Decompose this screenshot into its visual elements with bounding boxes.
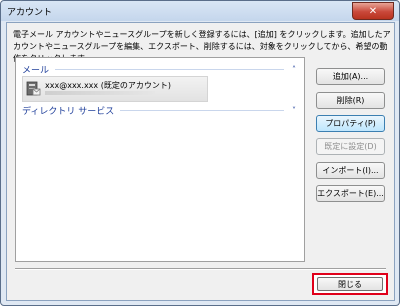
- title-bar[interactable]: アカウント ✕: [1, 1, 399, 21]
- properties-button[interactable]: プロパティ(P): [316, 115, 385, 132]
- account-name: xxx@xxx.xxx (既定のアカウント): [45, 81, 171, 90]
- import-button[interactable]: インポート(I)...: [316, 162, 385, 179]
- directory-group-label: ディレクトリ サービス: [22, 106, 115, 117]
- directory-group-header[interactable]: ディレクトリ サービス ˅: [22, 104, 298, 117]
- account-list[interactable]: メール ˄ xxx@xxx.xxx (既定のアカウント) ディレクトリ サービス: [15, 57, 305, 262]
- footer-divider: [15, 268, 386, 270]
- chevron-up-icon[interactable]: ˄: [290, 65, 298, 74]
- set-default-button[interactable]: 既定に設定(D): [316, 138, 385, 155]
- accounts-dialog: アカウント ✕ 電子メール アカウントやニュースグループを新しく登録するには、[…: [0, 0, 400, 306]
- close-icon: ✕: [368, 5, 378, 17]
- group-divider: [55, 68, 284, 70]
- group-divider: [120, 109, 284, 111]
- close-button[interactable]: 閉じる: [317, 277, 383, 291]
- export-button[interactable]: エクスポート(E)...: [316, 185, 385, 202]
- window-title: アカウント: [7, 8, 53, 18]
- chevron-down-icon[interactable]: ˅: [290, 106, 298, 115]
- mail-account-icon: [26, 81, 41, 96]
- mail-group-header[interactable]: メール ˄: [22, 63, 298, 76]
- account-item[interactable]: xxx@xxx.xxx (既定のアカウント): [22, 76, 208, 102]
- dialog-body: 電子メール アカウントやニュースグループを新しく登録するには、[追加] をクリッ…: [6, 22, 395, 301]
- close-button-highlight: 閉じる: [312, 273, 388, 295]
- window-close-button[interactable]: ✕: [352, 2, 394, 20]
- add-button[interactable]: 追加(A)...: [316, 68, 385, 85]
- delete-button[interactable]: 削除(R): [316, 92, 385, 109]
- account-detail-blurred: [45, 91, 155, 95]
- mail-group-label: メール: [22, 65, 50, 76]
